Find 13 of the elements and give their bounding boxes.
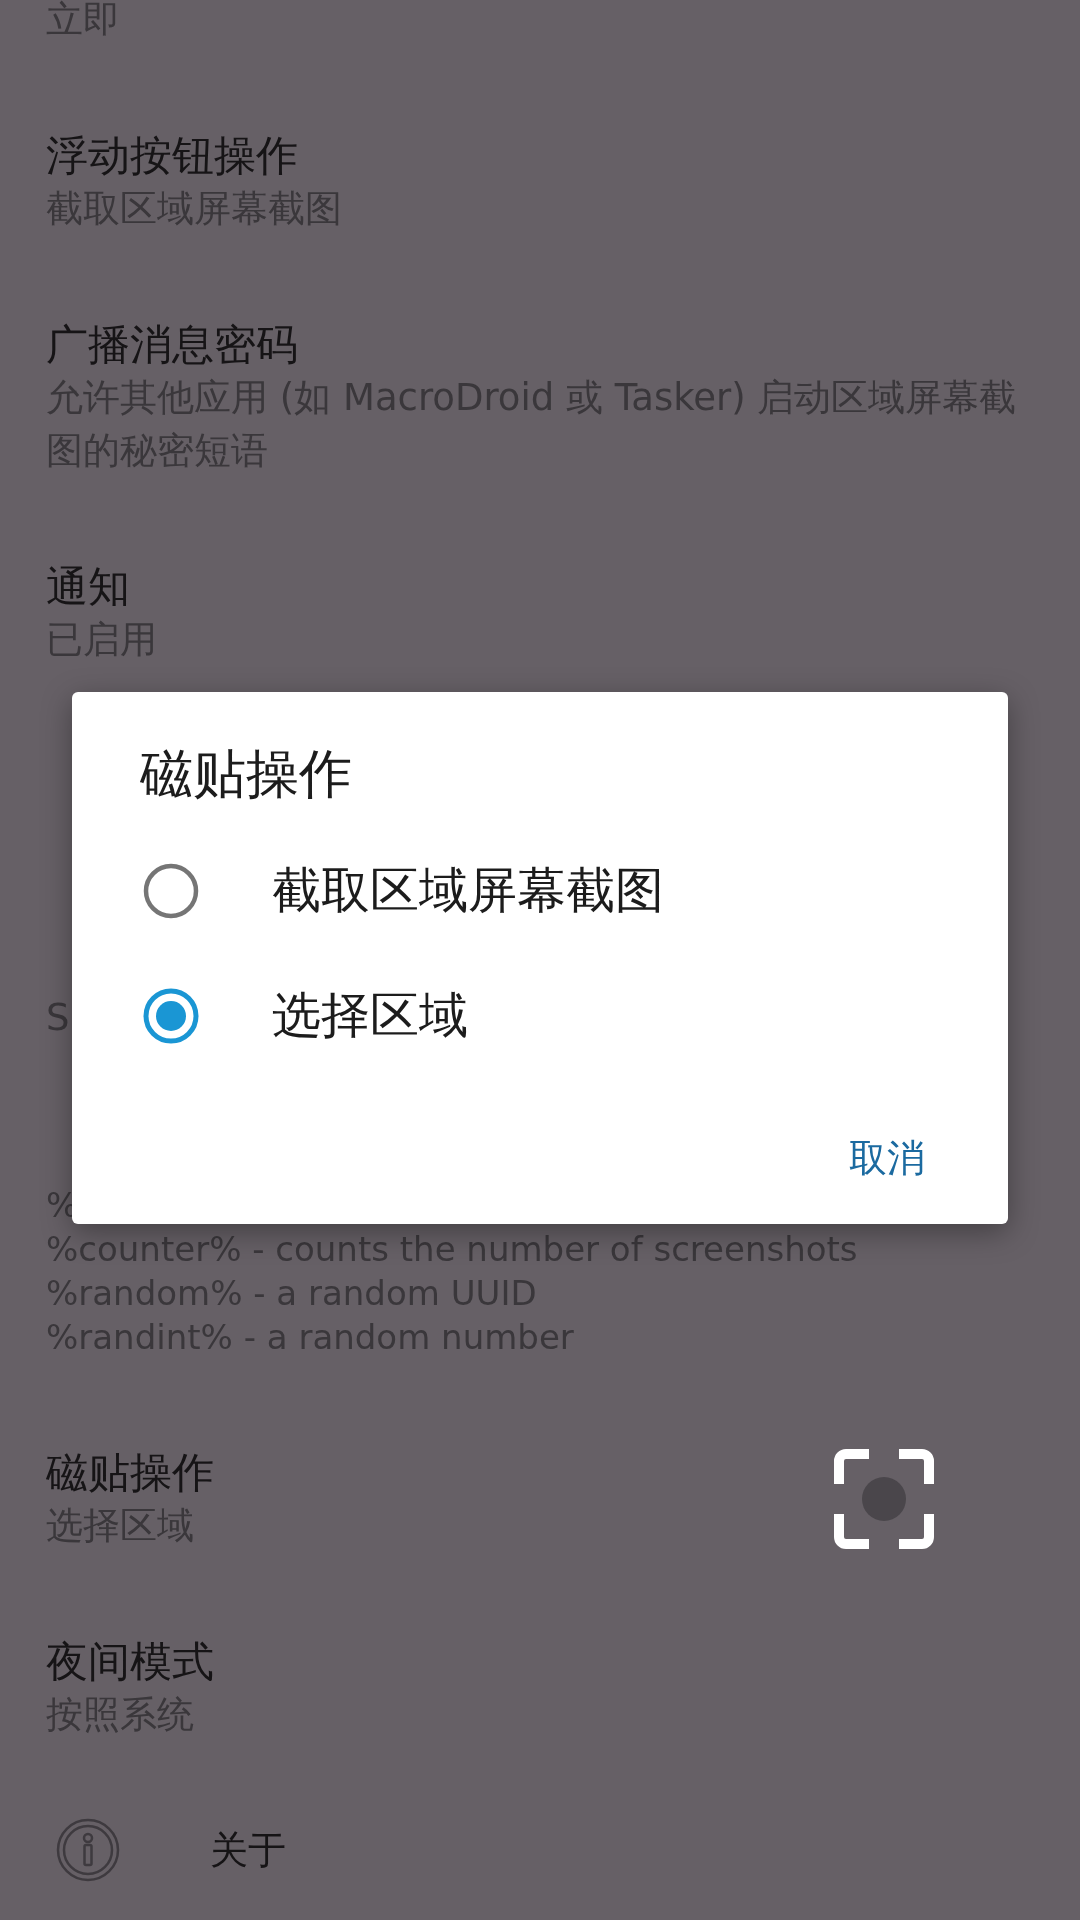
radio-option[interactable]: 截取区域屏幕截图 — [72, 828, 1008, 953]
radio-button[interactable] — [142, 861, 200, 920]
setting-title: 通知 — [46, 561, 130, 613]
cancel-button[interactable]: 取消 — [835, 1115, 939, 1202]
radio-option[interactable]: 选择区域 — [72, 953, 1008, 1078]
setting-title: 浮动按钮操作 — [46, 130, 298, 182]
screenshot-frame-icon — [834, 1449, 934, 1549]
radio-button[interactable] — [142, 986, 200, 1045]
setting-title: 夜间模式 — [46, 1636, 214, 1688]
dialog-title: 磁贴操作 — [140, 744, 352, 804]
setting-title: 广播消息密码 — [46, 319, 298, 371]
info-icon — [56, 1818, 120, 1882]
setting-title: 磁贴操作 — [46, 1447, 214, 1499]
